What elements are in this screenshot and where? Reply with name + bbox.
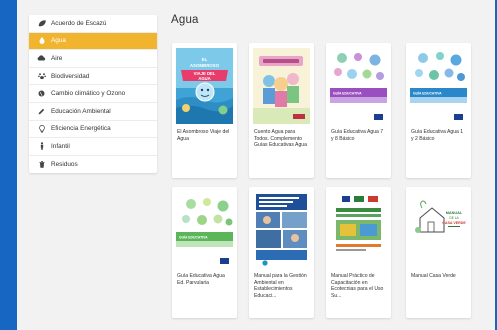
book-cover[interactable] bbox=[253, 48, 310, 124]
sidebar-item-biodiversidad[interactable]: Biodiversidad bbox=[29, 68, 157, 86]
book-title[interactable]: Guía Educativa Agua 7 y 8 Básico bbox=[331, 129, 387, 142]
book-title[interactable]: Guía Educativa Agua Ed. Parvularia bbox=[177, 273, 233, 286]
sidebar-item-label: Residuos bbox=[51, 161, 78, 169]
leaf-icon bbox=[37, 19, 46, 27]
sidebar-item-aire[interactable]: Aire bbox=[29, 50, 157, 68]
svg-text:CASA VERDE: CASA VERDE bbox=[442, 221, 466, 225]
sidebar-item-infantil[interactable]: Infantil bbox=[29, 138, 157, 156]
book-title[interactable]: Guía Educativa Agua 1 y 2 Básico bbox=[411, 129, 467, 142]
book-title[interactable]: Manual para la Gestión Ambiental en Esta… bbox=[254, 273, 310, 299]
sidebar-item-label: Biodiversidad bbox=[51, 72, 90, 80]
sidebar-item-agua[interactable]: Agua bbox=[29, 32, 157, 51]
svg-text:EL: EL bbox=[202, 57, 208, 62]
book-card[interactable]: Manual Práctico de Capacitación en Ecote… bbox=[326, 187, 391, 318]
water-drop-icon bbox=[37, 37, 46, 45]
book-card[interactable]: MANUAL DE LA CASA VERDE Manual Casa Verd… bbox=[406, 187, 471, 318]
book-card[interactable]: Manual para la Gestión Ambiental en Esta… bbox=[249, 187, 314, 318]
svg-text:GUÍA EDUCATIVA: GUÍA EDUCATIVA bbox=[179, 235, 208, 240]
sidebar-item-acuerdo-escazu[interactable]: Acuerdo de Escazú bbox=[29, 15, 157, 33]
svg-text:ASOMBROSO: ASOMBROSO bbox=[190, 63, 220, 68]
book-cover[interactable]: EL ASOMBROSO VIAJE DEL AGUA bbox=[176, 48, 233, 124]
sidebar-item-label: Eficiencia Energética bbox=[51, 125, 111, 133]
sidebar-item-label: Educación Ambiental bbox=[51, 107, 111, 115]
book-cover[interactable] bbox=[253, 192, 310, 268]
sidebar-item-label: Acuerdo de Escazú bbox=[51, 19, 107, 27]
svg-text:GUÍA EDUCATIVA: GUÍA EDUCATIVA bbox=[413, 91, 442, 96]
sidebar-item-label: Agua bbox=[51, 37, 66, 45]
book-cover[interactable] bbox=[330, 192, 387, 268]
book-cover[interactable]: GUÍA EDUCATIVA bbox=[330, 48, 387, 124]
globe-icon bbox=[37, 90, 46, 98]
cloud-icon bbox=[37, 54, 46, 62]
book-title[interactable]: El Asombroso Viaje del Agua bbox=[177, 129, 233, 142]
book-card[interactable]: Cuento Agua para Todos. Complemento Guía… bbox=[249, 43, 314, 178]
book-cover[interactable]: GUÍA EDUCATIVA bbox=[410, 48, 467, 124]
sidebar-item-eficiencia-energetica[interactable]: Eficiencia Energética bbox=[29, 121, 157, 139]
sidebar-item-cambio-climatico[interactable]: Cambio climático y Ozono bbox=[29, 85, 157, 103]
lightbulb-icon bbox=[37, 125, 46, 133]
book-card[interactable]: GUÍA EDUCATIVA Guía Educativa Agua 7 y 8… bbox=[326, 43, 391, 178]
sidebar-item-educacion-ambiental[interactable]: Educación Ambiental bbox=[29, 103, 157, 121]
category-sidebar: Acuerdo de Escazú Agua Aire Biodiversida… bbox=[29, 15, 157, 174]
book-card[interactable]: GUÍA EDUCATIVA Guía Educativa Agua 1 y 2… bbox=[406, 43, 471, 178]
sidebar-item-label: Aire bbox=[51, 54, 63, 62]
child-icon bbox=[37, 142, 46, 151]
trash-icon bbox=[37, 161, 46, 169]
sidebar-item-label: Cambio climático y Ozono bbox=[51, 90, 126, 98]
paw-icon bbox=[37, 72, 46, 80]
svg-text:GUÍA EDUCATIVA: GUÍA EDUCATIVA bbox=[333, 91, 362, 96]
svg-text:DE LA: DE LA bbox=[449, 216, 459, 220]
page-title: Agua bbox=[171, 14, 199, 26]
book-title[interactable]: Cuento Agua para Todos. Complemento Guía… bbox=[254, 129, 310, 149]
book-title[interactable]: Manual Práctico de Capacitación en Ecote… bbox=[331, 273, 387, 299]
book-title[interactable]: Manual Casa Verde bbox=[411, 273, 467, 280]
book-cover[interactable]: GUÍA EDUCATIVA bbox=[176, 192, 233, 268]
svg-text:MANUAL: MANUAL bbox=[446, 211, 463, 215]
svg-text:AGUA: AGUA bbox=[198, 76, 210, 81]
book-card[interactable]: EL ASOMBROSO VIAJE DEL AGUA El Asombroso… bbox=[172, 43, 237, 178]
book-card[interactable]: GUÍA EDUCATIVA Guía Educativa Agua Ed. P… bbox=[172, 187, 237, 318]
sidebar-item-residuos[interactable]: Residuos bbox=[29, 156, 157, 174]
book-cover[interactable]: MANUAL DE LA CASA VERDE bbox=[410, 192, 467, 268]
sidebar-item-label: Infantil bbox=[51, 142, 70, 150]
pencil-icon bbox=[37, 107, 46, 115]
